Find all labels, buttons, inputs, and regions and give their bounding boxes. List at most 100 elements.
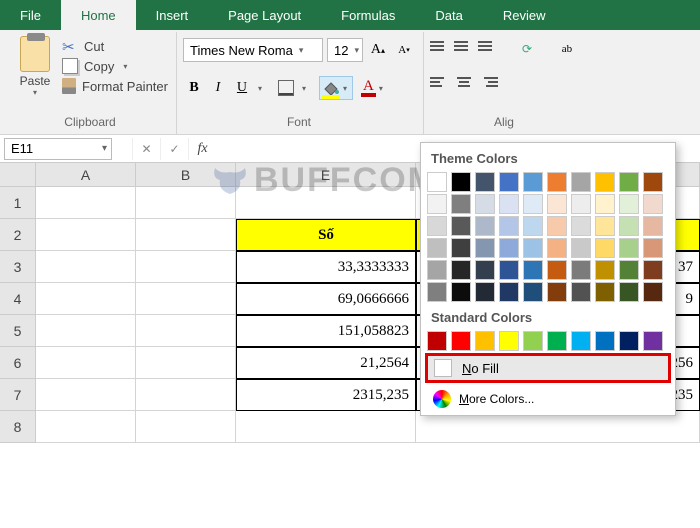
color-swatch[interactable] bbox=[427, 260, 447, 280]
row-header[interactable]: 6 bbox=[0, 347, 36, 379]
color-swatch[interactable] bbox=[547, 194, 567, 214]
color-swatch[interactable] bbox=[595, 194, 615, 214]
color-swatch[interactable] bbox=[643, 172, 663, 192]
color-swatch[interactable] bbox=[427, 331, 447, 351]
color-swatch[interactable] bbox=[595, 216, 615, 236]
font-color-button[interactable]: A ▾ bbox=[359, 76, 388, 100]
underline-button[interactable]: U bbox=[231, 77, 253, 99]
cell[interactable] bbox=[36, 347, 136, 379]
cell[interactable] bbox=[36, 379, 136, 411]
color-swatch[interactable] bbox=[595, 282, 615, 302]
row-header[interactable]: 2 bbox=[0, 219, 36, 251]
col-header-a[interactable]: A bbox=[36, 163, 136, 187]
color-swatch[interactable] bbox=[427, 282, 447, 302]
color-swatch[interactable] bbox=[643, 194, 663, 214]
cell[interactable] bbox=[36, 251, 136, 283]
tab-page-layout[interactable]: Page Layout bbox=[208, 0, 321, 30]
cell[interactable] bbox=[136, 347, 236, 379]
orientation-button[interactable]: ⟳ bbox=[516, 38, 538, 60]
cut-button[interactable]: ✂ Cut bbox=[62, 38, 168, 54]
color-swatch[interactable] bbox=[451, 216, 471, 236]
color-swatch[interactable] bbox=[547, 282, 567, 302]
color-swatch[interactable] bbox=[499, 331, 519, 351]
row-header[interactable]: 1 bbox=[0, 187, 36, 219]
color-swatch[interactable] bbox=[499, 282, 519, 302]
color-swatch[interactable] bbox=[523, 331, 543, 351]
paste-button[interactable]: Paste ▾ bbox=[12, 32, 58, 97]
color-swatch[interactable] bbox=[499, 172, 519, 192]
fill-color-button[interactable]: ▾ bbox=[319, 76, 353, 100]
tab-home[interactable]: Home bbox=[61, 0, 136, 30]
enter-formula-button[interactable]: ✓ bbox=[160, 138, 188, 160]
row-header[interactable]: 4 bbox=[0, 283, 36, 315]
color-swatch[interactable] bbox=[475, 172, 495, 192]
align-center-button[interactable] bbox=[454, 74, 474, 90]
cell[interactable] bbox=[36, 187, 136, 219]
cell[interactable]: 151,058823 bbox=[236, 315, 416, 347]
color-swatch[interactable] bbox=[619, 260, 639, 280]
cell-header-so[interactable]: Số bbox=[236, 219, 416, 251]
color-swatch[interactable] bbox=[523, 260, 543, 280]
col-header-b[interactable]: B bbox=[136, 163, 236, 187]
cell[interactable] bbox=[136, 283, 236, 315]
color-swatch[interactable] bbox=[571, 331, 591, 351]
chevron-down-icon[interactable]: ▾ bbox=[299, 84, 309, 93]
more-colors-button[interactable]: More Colors... bbox=[427, 385, 669, 413]
color-swatch[interactable] bbox=[451, 282, 471, 302]
cell[interactable] bbox=[236, 411, 416, 443]
tab-review[interactable]: Review bbox=[483, 0, 566, 30]
row-header[interactable]: 5 bbox=[0, 315, 36, 347]
color-swatch[interactable] bbox=[499, 216, 519, 236]
cell[interactable]: 2315,235 bbox=[236, 379, 416, 411]
color-swatch[interactable] bbox=[523, 216, 543, 236]
color-swatch[interactable] bbox=[571, 282, 591, 302]
color-swatch[interactable] bbox=[571, 216, 591, 236]
color-swatch[interactable] bbox=[643, 282, 663, 302]
align-right-button[interactable] bbox=[478, 74, 498, 90]
color-swatch[interactable] bbox=[451, 331, 471, 351]
row-header[interactable]: 7 bbox=[0, 379, 36, 411]
color-swatch[interactable] bbox=[619, 194, 639, 214]
align-top-button[interactable] bbox=[430, 38, 450, 54]
grow-font-button[interactable]: A▴ bbox=[367, 39, 389, 61]
copy-button[interactable]: Copy ▾ bbox=[62, 58, 168, 74]
align-left-button[interactable] bbox=[430, 74, 450, 90]
color-swatch[interactable] bbox=[523, 282, 543, 302]
cell[interactable] bbox=[136, 379, 236, 411]
cell[interactable] bbox=[36, 315, 136, 347]
color-swatch[interactable] bbox=[451, 238, 471, 258]
no-fill-button[interactable]: No Fill bbox=[425, 353, 671, 383]
cell[interactable]: 21,2564 bbox=[236, 347, 416, 379]
cell[interactable] bbox=[36, 411, 136, 443]
font-size-combo[interactable]: 12 ▾ bbox=[327, 38, 363, 62]
chevron-down-icon[interactable]: ▾ bbox=[255, 84, 265, 93]
color-swatch[interactable] bbox=[595, 331, 615, 351]
color-swatch[interactable] bbox=[643, 331, 663, 351]
format-painter-button[interactable]: Format Painter bbox=[62, 78, 168, 94]
color-swatch[interactable] bbox=[643, 260, 663, 280]
color-swatch[interactable] bbox=[547, 260, 567, 280]
color-swatch[interactable] bbox=[523, 194, 543, 214]
italic-button[interactable]: I bbox=[207, 77, 229, 99]
color-swatch[interactable] bbox=[499, 194, 519, 214]
color-swatch[interactable] bbox=[571, 238, 591, 258]
select-all-corner[interactable] bbox=[0, 163, 36, 187]
color-swatch[interactable] bbox=[595, 238, 615, 258]
wrap-text-button[interactable]: ab bbox=[556, 38, 578, 60]
color-swatch[interactable] bbox=[523, 238, 543, 258]
color-swatch[interactable] bbox=[571, 194, 591, 214]
color-swatch[interactable] bbox=[547, 172, 567, 192]
color-swatch[interactable] bbox=[475, 260, 495, 280]
color-swatch[interactable] bbox=[595, 172, 615, 192]
shrink-font-button[interactable]: A▾ bbox=[393, 39, 415, 61]
color-swatch[interactable] bbox=[547, 331, 567, 351]
align-bottom-button[interactable] bbox=[478, 38, 498, 54]
cell[interactable] bbox=[136, 315, 236, 347]
color-swatch[interactable] bbox=[619, 331, 639, 351]
color-swatch[interactable] bbox=[547, 216, 567, 236]
cell[interactable] bbox=[136, 251, 236, 283]
color-swatch[interactable] bbox=[451, 194, 471, 214]
color-swatch[interactable] bbox=[499, 260, 519, 280]
color-swatch[interactable] bbox=[571, 260, 591, 280]
color-swatch[interactable] bbox=[427, 216, 447, 236]
